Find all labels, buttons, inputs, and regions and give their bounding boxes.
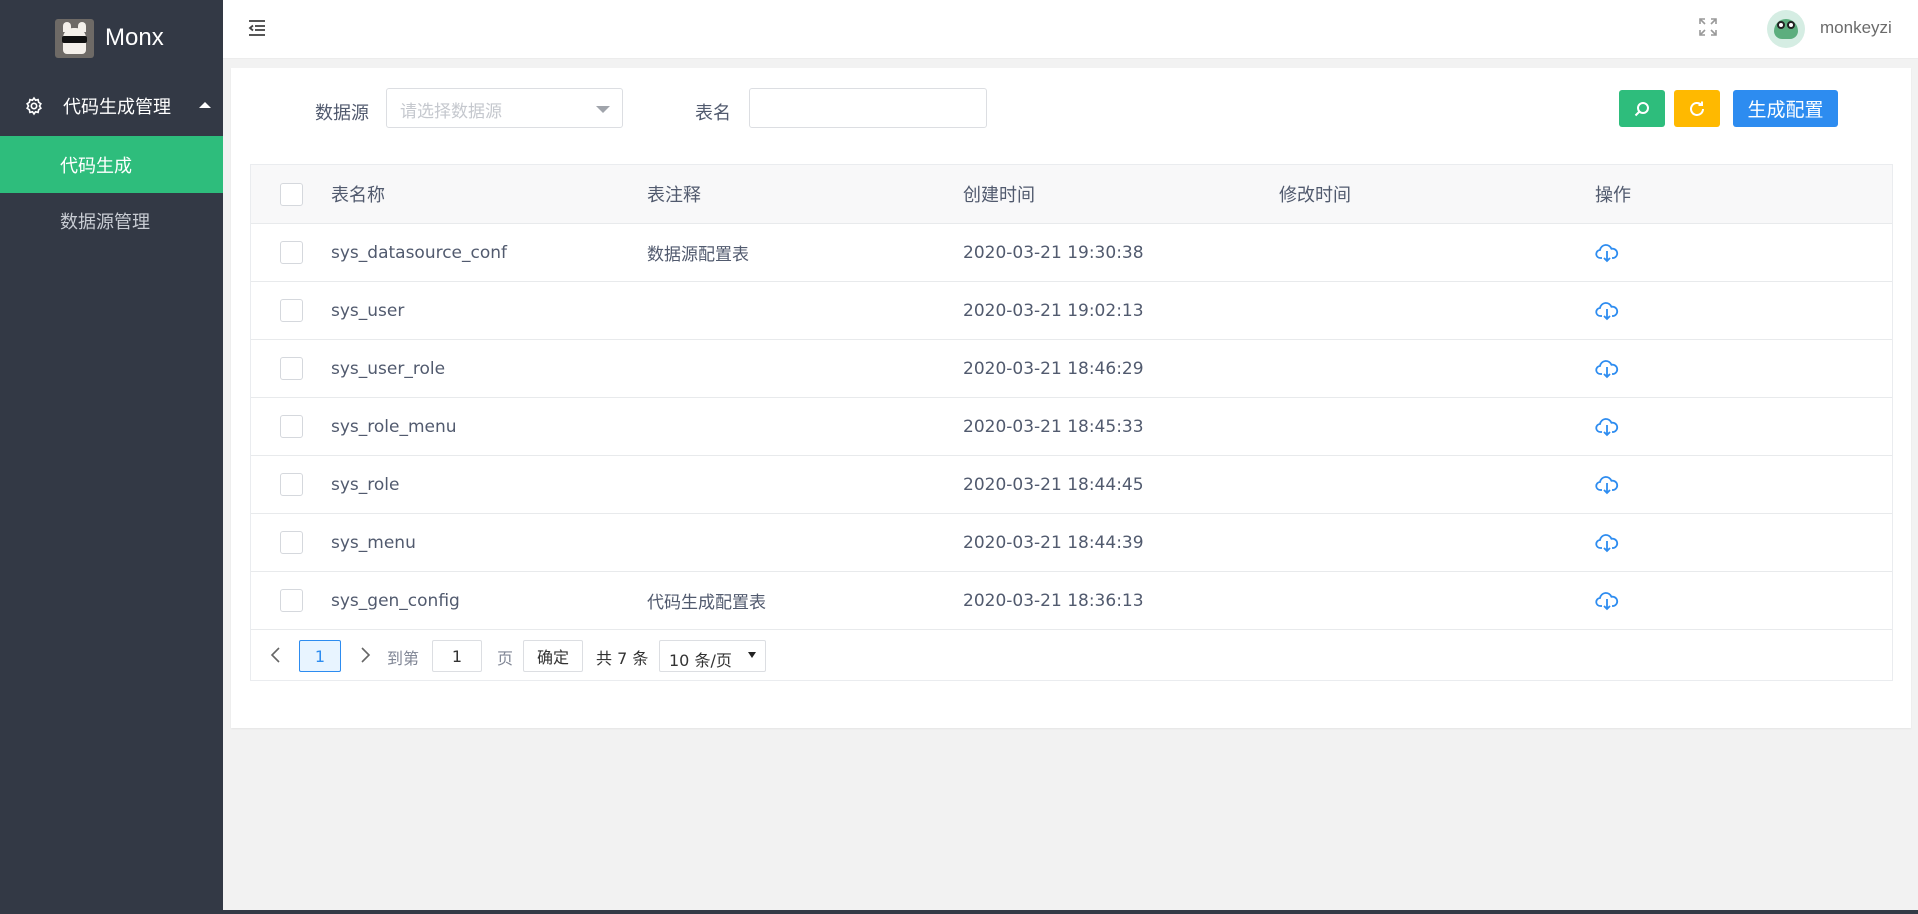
chevron-left-icon[interactable]	[269, 646, 283, 664]
cloud-download-icon	[1595, 533, 1619, 552]
page-suffix: 页	[497, 649, 514, 668]
bottom-bar	[223, 910, 1918, 914]
chevron-down-icon	[748, 652, 756, 658]
table-row: sys_user_role 2020-03-21 18:46:29	[251, 340, 1892, 398]
avatar[interactable]	[1767, 10, 1805, 48]
select-all-checkbox[interactable]	[279, 182, 303, 206]
row-checkbox[interactable]	[279, 589, 303, 612]
row-checkbox[interactable]	[279, 299, 303, 322]
sidebar-item-datasource[interactable]: 数据源管理	[0, 193, 223, 249]
created-time-cell: 2020-03-21 19:02:13	[963, 300, 1144, 321]
search-icon	[1634, 101, 1649, 116]
download-button[interactable]	[1595, 591, 1619, 611]
table-name-label: 表名	[695, 103, 731, 124]
download-button[interactable]	[1595, 475, 1619, 495]
search-button[interactable]	[1619, 90, 1665, 127]
tables-table: 表名称 表注释 创建时间 修改时间 操作 sys_datasource_conf…	[250, 164, 1893, 681]
cloud-download-icon	[1595, 301, 1619, 320]
pagination: 1 到第 1 页 确定 共 7 条 10 条/页	[251, 630, 1892, 680]
created-time-cell: 2020-03-21 18:36:13	[963, 590, 1144, 611]
download-button[interactable]	[1595, 359, 1619, 379]
sidebar-item-codegen[interactable]: 代码生成	[0, 136, 223, 193]
table-row: sys_role 2020-03-21 18:44:45	[251, 456, 1892, 514]
cloud-download-icon	[1595, 591, 1619, 610]
logo-image	[55, 18, 94, 58]
column-header: 表名称	[331, 185, 385, 206]
table-header-row: 表名称 表注释 创建时间 修改时间 操作	[251, 165, 1892, 224]
table-row: sys_menu 2020-03-21 18:44:39	[251, 514, 1892, 572]
goto-label: 到第	[387, 649, 420, 668]
row-checkbox[interactable]	[279, 531, 303, 554]
table-name-input[interactable]	[749, 88, 987, 128]
cloud-download-icon	[1595, 243, 1619, 262]
table-row: sys_datasource_conf 数据源配置表 2020-03-21 19…	[251, 224, 1892, 282]
menu-group-label: 代码生成管理	[63, 97, 171, 118]
table-name-cell: sys_gen_config	[331, 590, 460, 611]
created-time-cell: 2020-03-21 18:45:33	[963, 416, 1144, 437]
download-button[interactable]	[1595, 243, 1619, 263]
caret-up-icon	[199, 102, 211, 108]
column-header: 创建时间	[963, 185, 1035, 206]
created-time-cell: 2020-03-21 18:44:39	[963, 532, 1144, 553]
goto-page-input[interactable]: 1	[432, 640, 482, 672]
download-button[interactable]	[1595, 417, 1619, 437]
table-comment-cell: 代码生成配置表	[647, 593, 766, 613]
datasource-select[interactable]: 请选择数据源	[386, 88, 623, 128]
table-row: sys_gen_config 代码生成配置表 2020-03-21 18:36:…	[251, 572, 1892, 630]
created-time-cell: 2020-03-21 18:46:29	[963, 358, 1144, 379]
created-time-cell: 2020-03-21 19:30:38	[963, 242, 1144, 263]
created-time-cell: 2020-03-21 18:44:45	[963, 474, 1144, 495]
row-checkbox[interactable]	[279, 473, 303, 496]
cloud-download-icon	[1595, 359, 1619, 378]
generate-config-button[interactable]: 生成配置	[1733, 90, 1838, 127]
table-name-cell: sys_menu	[331, 532, 416, 553]
sidebar: Monx 代码生成管理 代码生成 数据源管理	[0, 0, 223, 914]
sidebar-item-label: 数据源管理	[60, 212, 150, 233]
table-name-cell: sys_datasource_conf	[331, 242, 508, 263]
table-name-cell: sys_user	[331, 300, 405, 321]
page-size-select[interactable]: 10 条/页	[659, 640, 766, 672]
table-row: sys_user 2020-03-21 19:02:13	[251, 282, 1892, 340]
refresh-button[interactable]	[1674, 90, 1720, 127]
table-name-cell: sys_user_role	[331, 358, 446, 379]
datasource-placeholder: 请选择数据源	[400, 102, 502, 122]
gear-icon	[26, 96, 42, 116]
cloud-download-icon	[1595, 417, 1619, 436]
chevron-right-icon[interactable]	[358, 646, 372, 664]
column-header: 表注释	[647, 185, 701, 206]
logo[interactable]: Monx	[0, 0, 223, 76]
refresh-icon	[1690, 101, 1704, 116]
download-button[interactable]	[1595, 533, 1619, 553]
header: monkeyzi	[223, 0, 1918, 59]
row-checkbox[interactable]	[279, 241, 303, 264]
column-header: 操作	[1595, 185, 1631, 206]
username[interactable]: monkeyzi	[1820, 18, 1892, 38]
app-name: Monx	[105, 24, 164, 51]
download-button[interactable]	[1595, 301, 1619, 321]
chevron-down-icon	[596, 106, 610, 113]
page-size-value: 10 条/页	[669, 651, 732, 670]
total-count: 共 7 条	[596, 649, 649, 668]
table-comment-cell: 数据源配置表	[647, 245, 749, 265]
menu-group-codegen[interactable]: 代码生成管理	[0, 76, 223, 136]
page-1-button[interactable]: 1	[299, 640, 341, 672]
row-checkbox[interactable]	[279, 415, 303, 438]
cloud-download-icon	[1595, 475, 1619, 494]
row-checkbox[interactable]	[279, 357, 303, 380]
fullscreen-icon[interactable]	[1699, 18, 1717, 36]
datasource-label: 数据源	[315, 103, 369, 124]
goto-confirm-button[interactable]: 确定	[523, 640, 583, 672]
content-card: 数据源 请选择数据源 表名 生成配置 表名称 表注释 创建时间 修改时间 操作 …	[231, 68, 1911, 728]
table-name-cell: sys_role_menu	[331, 416, 457, 437]
column-header: 修改时间	[1279, 185, 1351, 206]
table-row: sys_role_menu 2020-03-21 18:45:33	[251, 398, 1892, 456]
sidebar-item-label: 代码生成	[60, 155, 132, 177]
menu-toggle-icon[interactable]	[247, 18, 267, 38]
table-name-cell: sys_role	[331, 474, 400, 495]
